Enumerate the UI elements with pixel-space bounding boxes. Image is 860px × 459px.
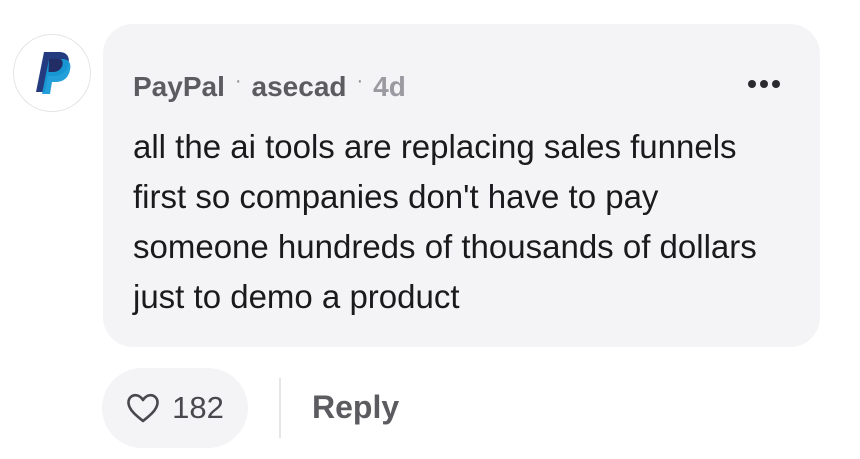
heart-outline-icon	[127, 393, 159, 423]
comment: PayPal · asecad · 4d all the ai tools ar…	[0, 0, 860, 459]
author-name[interactable]: PayPal	[133, 70, 225, 104]
like-count: 182	[172, 390, 224, 425]
like-button[interactable]: 182	[102, 368, 248, 448]
divider	[279, 378, 281, 438]
timestamp: 4d	[373, 71, 406, 102]
comment-bubble: PayPal · asecad · 4d all the ai tools ar…	[103, 24, 820, 347]
separator-dot: ·	[356, 70, 364, 92]
more-options-icon[interactable]	[748, 80, 780, 88]
comment-meta: PayPal · asecad · 4d	[133, 70, 406, 104]
reply-button[interactable]: Reply	[312, 389, 399, 426]
separator-dot: ·	[234, 70, 242, 92]
paypal-logo-icon	[36, 52, 71, 94]
comment-text: all the ai tools are replacing sales fun…	[133, 128, 757, 315]
avatar[interactable]	[13, 34, 91, 112]
username[interactable]: asecad	[252, 70, 347, 104]
